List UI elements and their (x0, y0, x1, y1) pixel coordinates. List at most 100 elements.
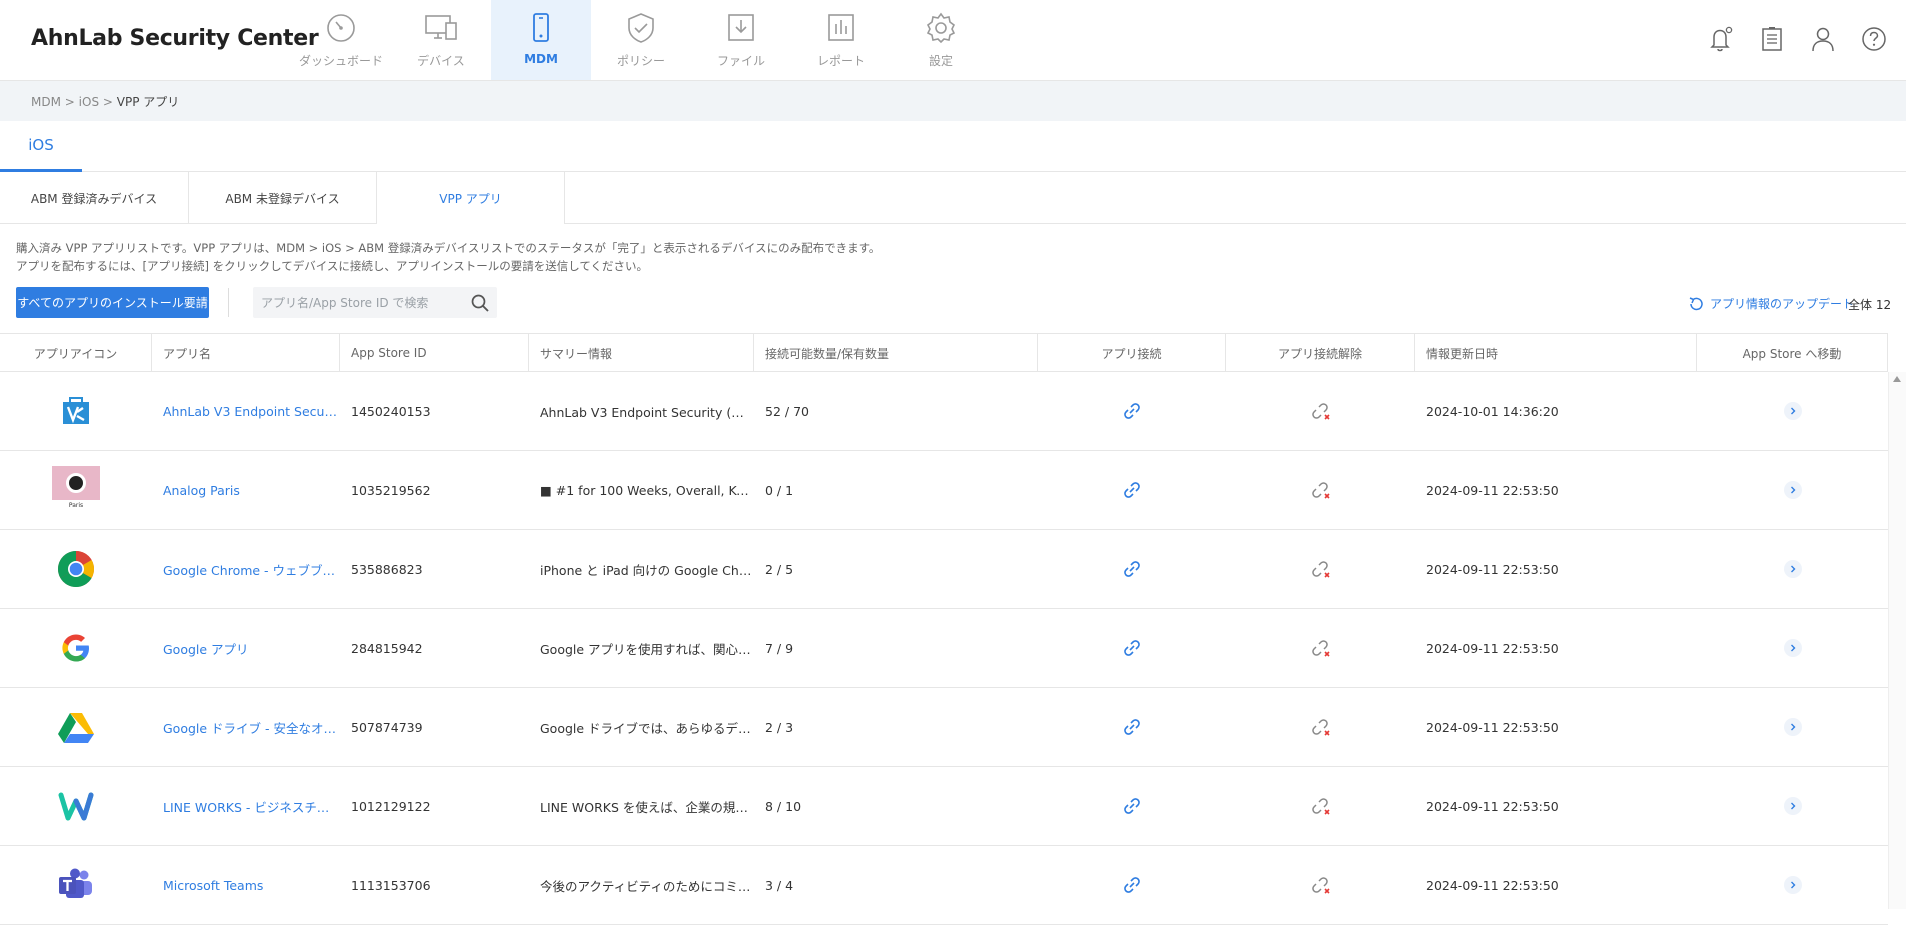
paris-caption: Paris (68, 502, 84, 509)
tab-abm-unregistered[interactable]: ABM 未登録デバイス (189, 172, 377, 224)
table-scrollbar[interactable] (1888, 372, 1906, 909)
link-icon[interactable] (1122, 796, 1142, 816)
col-header-summary[interactable]: サマリー情報 (529, 334, 754, 372)
col-header-updated[interactable]: 情報更新日時 (1415, 334, 1697, 372)
google-drive-icon (52, 703, 100, 751)
chrome-icon (52, 545, 100, 593)
app-summary: Google ドライブでは、あらゆるデバイスで… (540, 720, 754, 736)
unlink-icon[interactable] (1310, 638, 1332, 658)
table-row: AhnLab V3 Endpoint Secur… 1450240153 Ahn… (0, 372, 1888, 451)
app-name-link[interactable]: Google Chrome - ウェブブラウザ (163, 560, 340, 579)
app-summary: 今後のアクティビティのためにコミュニティと… (540, 878, 754, 894)
nav-policy[interactable]: ポリシー (591, 0, 691, 80)
app-name-link[interactable]: AhnLab V3 Endpoint Secur… (163, 404, 340, 419)
account-button[interactable] (1809, 24, 1837, 54)
go-to-app-store-button[interactable] (1783, 560, 1802, 578)
app-name-link[interactable]: Analog Paris (163, 483, 240, 498)
nav-dashboard[interactable]: ダッシュボード (291, 0, 391, 80)
search-box (253, 287, 497, 318)
app-quantity: 3 / 4 (765, 877, 794, 893)
table-body: AhnLab V3 Endpoint Secur… 1450240153 Ahn… (0, 372, 1888, 925)
scroll-up-arrow-icon[interactable] (1893, 376, 1901, 382)
unlink-icon[interactable] (1310, 559, 1332, 579)
app-name-link[interactable]: Microsoft Teams (163, 878, 263, 893)
top-header: AhnLab Security Center ダッシュボード デバイス MDM … (0, 0, 1906, 81)
unlink-icon[interactable] (1310, 480, 1332, 500)
table-row: Google Chrome - ウェブブラウザ 535886823 iPhone… (0, 530, 1888, 609)
breadcrumb-mdm[interactable]: MDM (31, 95, 61, 109)
link-icon[interactable] (1122, 717, 1142, 737)
line-works-icon (52, 782, 100, 830)
app-name-link[interactable]: LINE WORKS - ビジネスチャット (163, 797, 340, 816)
search-input[interactable] (261, 287, 461, 318)
description-line: 購入済み VPP アプリリストです。VPP アプリは、MDM > iOS > A… (16, 241, 881, 255)
unlink-icon[interactable] (1310, 717, 1332, 737)
table-row: Paris Analog Paris 1035219562 ■ #1 for 1… (0, 451, 1888, 530)
user-icon (1812, 27, 1834, 52)
sub-tab-bar: ABM 登録済みデバイス ABM 未登録デバイス VPP アプリ (0, 172, 1906, 224)
link-icon[interactable] (1122, 480, 1142, 500)
breadcrumb-ios[interactable]: iOS (79, 95, 99, 109)
go-to-app-store-button[interactable] (1783, 797, 1802, 815)
chevron-right-icon (1790, 723, 1795, 731)
go-to-app-store-button[interactable] (1783, 718, 1802, 736)
breadcrumb: MDM > iOS > VPP アプリ (31, 93, 179, 110)
download-tray-icon (728, 14, 754, 41)
app-name-link[interactable]: Google ドライブ - 安全なオンラ… (163, 718, 340, 737)
app-store-id: 535886823 (351, 561, 423, 577)
app-logo[interactable]: AhnLab Security Center (31, 26, 319, 51)
col-header-icon: アプリアイコン (0, 334, 152, 372)
unlink-icon[interactable] (1310, 401, 1332, 421)
go-to-app-store-button[interactable] (1783, 481, 1802, 499)
nav-report[interactable]: レポート (791, 0, 891, 80)
nav-label: 設定 (928, 54, 953, 68)
tab-abm-registered[interactable]: ABM 登録済みデバイス (0, 172, 189, 224)
toolbar-divider (228, 288, 229, 317)
chevron-right-icon (1790, 486, 1795, 494)
help-button[interactable] (1860, 24, 1888, 54)
link-icon[interactable] (1122, 638, 1142, 658)
ahnlab-v3-icon (52, 387, 100, 435)
update-app-info-button[interactable]: アプリ情報のアップデート (1688, 295, 1854, 312)
breadcrumb-band: MDM > iOS > VPP アプリ (0, 81, 1906, 121)
go-to-app-store-button[interactable] (1783, 639, 1802, 657)
search-icon[interactable] (470, 293, 490, 313)
col-header-store-id[interactable]: App Store ID (340, 334, 529, 372)
col-header-quantity[interactable]: 接続可能数量/保有数量 (754, 334, 1038, 372)
app-summary: iPhone と iPad 向けの Google Chro… (540, 562, 754, 578)
tab-ios[interactable]: iOS (0, 121, 82, 172)
bar-report-icon (828, 14, 854, 41)
app-updated-at: 2024-09-11 22:53:50 (1426, 561, 1559, 577)
unlink-icon[interactable] (1310, 875, 1332, 895)
nav-devices[interactable]: デバイス (391, 0, 491, 80)
link-icon[interactable] (1122, 559, 1142, 579)
app-updated-at: 2024-09-11 22:53:50 (1426, 640, 1559, 656)
go-to-app-store-button[interactable] (1783, 876, 1802, 894)
app-summary: LINE WORKS を使えば、企業の規模… (540, 799, 754, 815)
install-all-button[interactable]: すべてのアプリのインストール要請 (16, 287, 209, 318)
app-updated-at: 2024-09-11 22:53:50 (1426, 798, 1559, 814)
unlink-icon[interactable] (1310, 796, 1332, 816)
link-icon[interactable] (1122, 875, 1142, 895)
app-summary: ■ #1 for 100 Weeks, Overall, Ko… (540, 482, 754, 498)
nav-mdm[interactable]: MDM (491, 0, 591, 80)
go-to-app-store-button[interactable] (1783, 402, 1802, 420)
notification-button[interactable] (1707, 24, 1735, 54)
nav-label: ダッシュボード (298, 54, 383, 68)
bell-icon (1710, 26, 1733, 52)
chevron-right-icon (1790, 407, 1795, 415)
chevron-right-icon (1790, 644, 1795, 652)
nav-file[interactable]: ファイル (691, 0, 791, 80)
notes-button[interactable] (1758, 24, 1786, 54)
col-header-unlink: アプリ接続解除 (1226, 334, 1415, 372)
col-header-name[interactable]: アプリ名 (152, 334, 340, 372)
app-store-id: 1450240153 (351, 403, 431, 419)
vpp-app-table: アプリアイコン アプリ名 App Store ID サマリー情報 接続可能数量/… (0, 333, 1888, 925)
app-name-link[interactable]: Google アプリ (163, 639, 249, 658)
app-store-id: 284815942 (351, 640, 423, 656)
microsoft-teams-icon (52, 861, 100, 909)
link-icon[interactable] (1122, 401, 1142, 421)
tab-vpp-apps[interactable]: VPP アプリ (377, 172, 565, 224)
nav-label: MDM (524, 52, 558, 66)
nav-settings[interactable]: 設定 (891, 0, 991, 80)
